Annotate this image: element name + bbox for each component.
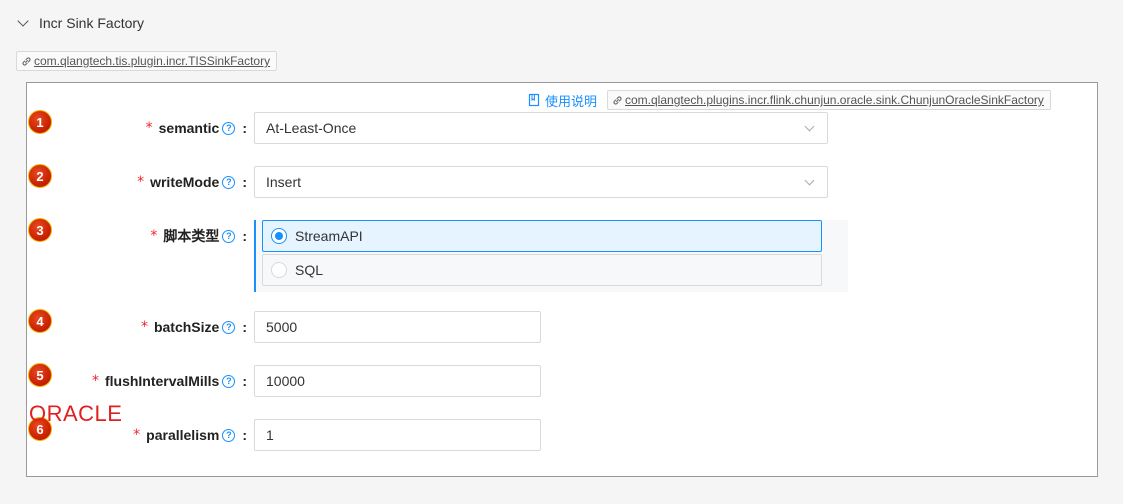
writemode-select[interactable]: Insert — [254, 166, 828, 198]
required-mark: * — [140, 319, 148, 335]
semantic-select[interactable]: At-Least-Once — [254, 112, 828, 144]
field-label: * parallelism ? : — [133, 419, 247, 451]
field-label: * flushIntervalMills ? : — [92, 365, 247, 397]
sink-config-panel: 使用说明 com.qlangtech.plugins.incr.flink.ch… — [26, 82, 1098, 477]
field-label-text: 脚本类型 — [163, 228, 220, 244]
field-label: * writeMode ? : — [137, 166, 247, 198]
impl-class-text: com.qlangtech.plugins.incr.flink.chunjun… — [625, 93, 1044, 107]
link-icon — [613, 95, 622, 105]
field-row-writemode: 2 * writeMode ? : Insert — [27, 164, 1097, 198]
field-label-text: parallelism — [146, 427, 220, 443]
field-label: * 脚本类型 ? : — [150, 220, 247, 252]
field-label: * batchSize ? : — [141, 311, 247, 343]
radio-option-streamapi[interactable]: StreamAPI — [262, 220, 822, 252]
script-type-radio-group: StreamAPI SQL — [254, 220, 848, 292]
label-colon: : — [242, 228, 247, 244]
label-colon: : — [242, 120, 247, 136]
help-icon[interactable]: ? — [222, 374, 236, 388]
step-badge: 5 — [28, 363, 52, 387]
field-label-text: writeMode — [150, 174, 220, 190]
impl-class-tag[interactable]: com.qlangtech.plugins.incr.flink.chunjun… — [607, 90, 1051, 110]
step-badge: 2 — [28, 164, 52, 188]
help-icon[interactable]: ? — [222, 229, 236, 243]
radio-option-sql[interactable]: SQL — [262, 254, 822, 286]
required-mark: * — [133, 427, 141, 443]
section-title: Incr Sink Factory — [39, 15, 145, 31]
required-mark: * — [150, 228, 158, 244]
required-mark: * — [137, 174, 145, 190]
field-row-script-type: 3 * 脚本类型 ? : StreamAPI SQL — [27, 218, 1097, 292]
radio-unchecked-icon[interactable] — [271, 262, 287, 278]
radio-option-label: SQL — [295, 262, 324, 278]
semantic-value: At-Least-Once — [266, 120, 357, 136]
chevron-down-icon — [804, 175, 815, 186]
step-badge: 1 — [28, 110, 52, 134]
batchsize-input[interactable]: 5000 — [254, 311, 541, 343]
doc-link-text: 使用说明 — [545, 93, 598, 109]
chevron-down-icon[interactable] — [17, 14, 29, 27]
help-icon[interactable]: ? — [222, 320, 236, 334]
help-icon[interactable]: ? — [222, 175, 236, 189]
collapse-header[interactable]: Incr Sink Factory — [17, 11, 144, 35]
plugin-type-text: com.qlangtech.tis.plugin.incr.TISSinkFac… — [34, 54, 271, 68]
help-icon[interactable]: ? — [222, 121, 236, 135]
label-colon: : — [242, 319, 247, 335]
required-mark: * — [145, 120, 153, 136]
field-label-text: semantic — [158, 120, 220, 136]
radio-option-label: StreamAPI — [295, 228, 363, 244]
field-row-parallelism: 6 * parallelism ? : 1 — [27, 417, 1097, 451]
flushintervalmills-input[interactable]: 10000 — [254, 365, 541, 397]
label-colon: : — [242, 174, 247, 190]
chevron-down-icon — [804, 121, 815, 132]
writemode-value: Insert — [266, 174, 302, 190]
parallelism-input[interactable]: 1 — [254, 419, 541, 451]
field-row-batchsize: 4 * batchSize ? : 5000 — [27, 309, 1097, 343]
field-label-text: batchSize — [153, 319, 220, 335]
field-label-text: flushIntervalMills — [104, 373, 220, 389]
field-label: * semantic ? : — [146, 112, 247, 144]
step-badge: 3 — [28, 218, 52, 242]
book-icon — [528, 93, 540, 107]
link-icon — [22, 56, 31, 66]
field-row-flushintervalmills: 5 * flushIntervalMills ? : 10000 — [27, 363, 1097, 397]
doc-link[interactable]: 使用说明 — [527, 90, 597, 110]
radio-checked-icon[interactable] — [271, 228, 287, 244]
help-icon[interactable]: ? — [222, 428, 236, 442]
required-mark: * — [91, 373, 99, 389]
field-row-semantic: 1 * semantic ? : At-Least-Once — [27, 110, 1097, 144]
plugin-type-tag[interactable]: com.qlangtech.tis.plugin.incr.TISSinkFac… — [16, 51, 278, 71]
step-badge: 4 — [28, 309, 52, 333]
label-colon: : — [242, 427, 247, 443]
oracle-logo: ORACLE — [29, 401, 123, 426]
label-colon: : — [242, 373, 247, 389]
